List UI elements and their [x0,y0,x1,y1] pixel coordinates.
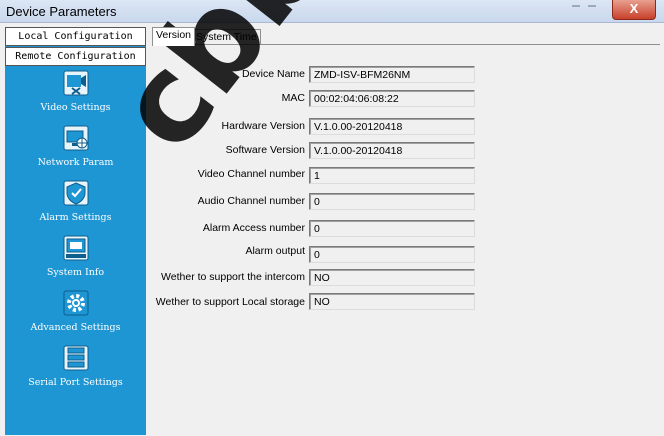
version-panel: Device Name MAC Hardware Version Softwar… [152,44,660,436]
video-channel-number-field[interactable] [309,167,475,184]
sidebar-item-label: Network Param [37,157,114,168]
sidebar-item-label: Serial Port Settings [28,377,123,388]
video-channel-number-label: Video Channel number [197,168,305,180]
window-title: Device Parameters [6,4,117,19]
alarm-output-field[interactable] [309,246,475,263]
local-storage-support-field[interactable] [309,293,475,310]
audio-channel-number-label: Audio Channel number [197,195,305,207]
mac-label: MAC [281,92,305,104]
minimize-icon[interactable] [572,5,580,7]
remote-configuration-button[interactable]: Remote Configuration [5,47,146,66]
hardware-version-field[interactable] [309,118,475,135]
intercom-support-label: Wether to support the intercom [161,271,305,283]
serial-port-icon [63,345,88,371]
main-panel: Version System Time Device Name MAC Hard… [150,27,662,436]
local-storage-support-label: Wether to support Local storage [155,296,305,308]
sidebar-item-serial-port-settings[interactable]: Serial Port Settings [5,345,146,399]
maximize-icon[interactable] [588,5,596,7]
alarm-access-number-field[interactable] [309,220,475,237]
software-version-label: Software Version [225,144,305,156]
tab-system-time[interactable]: System Time [192,29,261,45]
hardware-version-label: Hardware Version [221,120,305,132]
mac-field[interactable] [309,90,475,107]
audio-channel-number-field[interactable] [309,193,475,210]
alarm-access-number-label: Alarm Access number [202,222,305,234]
device-name-label: Device Name [241,68,305,80]
sidebar-item-label: Advanced Settings [30,322,121,333]
alarm-output-label: Alarm output [245,245,305,257]
device-name-field[interactable] [309,66,475,83]
tab-version[interactable]: Version [152,27,196,46]
intercom-support-field[interactable] [309,269,475,286]
title-bar: Device Parameters X [0,0,664,23]
local-configuration-button[interactable]: Local Configuration [5,27,146,46]
close-button[interactable]: X [612,0,656,20]
software-version-field[interactable] [309,142,475,159]
